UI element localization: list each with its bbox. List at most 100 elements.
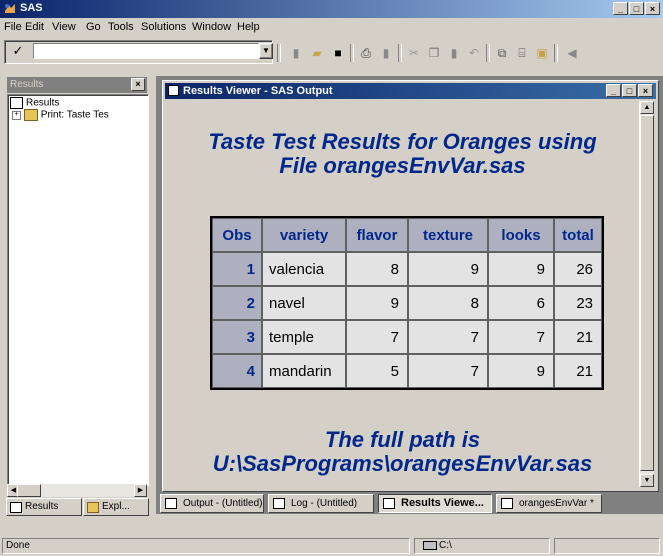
cell-obs: 1 [212,252,262,286]
cell-texture: 9 [408,252,488,286]
menu-go[interactable]: Go [86,21,101,33]
table-header-row: Obs variety flavor texture looks total [212,218,602,252]
new-icon[interactable]: ▮ [288,45,304,61]
menu-edit[interactable]: Edit [25,21,44,33]
expand-icon[interactable]: + [12,110,21,120]
submit-icon[interactable]: ⧉ [494,45,510,61]
taskbar-editor[interactable]: orangesEnvVar * [496,494,602,513]
toolbar-separator [398,44,402,62]
results-viewer-window: Results Viewer - SAS Output _ □ × Taste … [162,80,659,492]
undo-icon[interactable]: ↶ [466,45,482,61]
menu-help[interactable]: Help [237,21,260,33]
cell-variety: temple [262,320,346,354]
viewer-title: Results Viewer - SAS Output [183,85,333,97]
output-icon [165,498,177,509]
cut-icon[interactable]: ✂ [406,45,422,61]
maximize-button[interactable]: □ [629,2,644,15]
print-preview-icon[interactable]: ▮ [378,45,394,61]
explorer-icon [87,502,99,513]
scroll-down-icon[interactable]: ▼ [640,474,654,487]
viewer-content: Taste Test Results for Oranges using Fil… [166,101,640,487]
menu-tools[interactable]: Tools [108,21,134,33]
table-row: 1 valencia 8 9 9 26 [212,252,602,286]
footer-line2: U:\SasPrograms\orangesEnvVar.sas [212,451,593,476]
toolbar-separator [486,44,490,62]
cell-total: 21 [554,354,602,388]
tab-explorer[interactable]: Expl... [83,498,149,516]
workspace: Results Viewer - SAS Output _ □ × Taste … [156,76,663,492]
tree-item-print[interactable]: + Print: Taste Tes [12,109,109,121]
viewer-close-button[interactable]: × [638,84,653,97]
table-row: 4 mandarin 5 7 9 21 [212,354,602,388]
command-box: ✓ ▼ [4,40,273,64]
explorer-icon[interactable]: ▣ [534,45,550,61]
cell-looks: 7 [488,320,554,354]
col-header-looks: looks [488,218,554,252]
print-icon[interactable]: ⎙ [358,45,374,61]
vertical-scrollbar[interactable]: ▲ ▼ [640,101,654,487]
scroll-thumb[interactable] [640,115,654,471]
menu-view[interactable]: View [52,21,76,33]
cell-variety: valencia [262,252,346,286]
menu-solutions[interactable]: Solutions [141,21,186,33]
command-input[interactable] [33,43,259,59]
sas-logo-icon [5,4,15,13]
status-panel-empty [554,538,660,554]
chevron-down-icon[interactable]: ▼ [259,43,273,59]
open-icon[interactable]: ▰ [309,45,325,61]
results-icon [10,97,23,109]
cell-flavor: 5 [346,354,408,388]
menu-file[interactable]: File [4,21,22,33]
report-title-line1: Taste Test Results for Oranges using [208,129,597,154]
menu-bar: File Edit View Go Tools Solutions Window… [0,18,663,36]
libraries-icon[interactable]: ⌸ [514,45,530,61]
cell-texture: 7 [408,320,488,354]
cell-total: 26 [554,252,602,286]
viewer-icon [168,85,179,96]
taskbar-results-viewer[interactable]: Results Viewe... [378,494,492,513]
cell-obs: 4 [212,354,262,388]
save-icon[interactable]: ■ [330,45,346,61]
menu-window[interactable]: Window [192,21,231,33]
cell-texture: 8 [408,286,488,320]
app-title-bar: SAS _ □ × [0,0,663,18]
table-row: 2 navel 9 8 6 23 [212,286,602,320]
scroll-right-icon[interactable]: ▶ [134,484,147,497]
folder-icon [23,109,38,121]
viewer-title-bar: Results Viewer - SAS Output _ □ × [165,83,656,99]
scroll-thumb[interactable] [17,484,41,497]
close-icon[interactable]: × [131,78,145,91]
results-icon [10,502,22,513]
cell-flavor: 9 [346,286,408,320]
copy-icon[interactable]: ❐ [426,45,442,61]
results-panel-title-bar: Results × [7,77,147,93]
results-viewer-icon [383,498,395,509]
cell-variety: navel [262,286,346,320]
checkmark-icon[interactable]: ✓ [9,43,27,59]
tab-results[interactable]: Results [6,498,82,516]
cell-variety: mandarin [262,354,346,388]
close-button[interactable]: × [645,2,660,15]
col-header-flavor: flavor [346,218,408,252]
editor-icon [501,498,513,509]
results-panel: Results × Results + Print: Taste Tes ◀ ▶… [6,76,150,516]
scroll-up-icon[interactable]: ▲ [640,101,654,114]
cell-total: 23 [554,286,602,320]
results-tabs: Results Expl... [6,498,150,516]
back-icon[interactable]: ◀ [564,45,580,61]
col-header-variety: variety [262,218,346,252]
minimize-button[interactable]: _ [613,2,628,15]
toolbar-separator [350,44,354,62]
paste-icon[interactable]: ▮ [446,45,462,61]
cell-looks: 9 [488,354,554,388]
col-header-texture: texture [408,218,488,252]
taskbar-log[interactable]: Log - (Untitled) [268,494,374,513]
window-taskbar: Output - (Untitled) Log - (Untitled) Res… [156,492,663,514]
horizontal-scrollbar[interactable]: ◀ ▶ [7,484,147,497]
cell-flavor: 7 [346,320,408,354]
tree-root[interactable]: Results [10,97,59,109]
viewer-minimize-button[interactable]: _ [606,84,621,97]
viewer-maximize-button[interactable]: □ [622,84,637,97]
taskbar-output[interactable]: Output - (Untitled) [160,494,264,513]
cell-obs: 2 [212,286,262,320]
